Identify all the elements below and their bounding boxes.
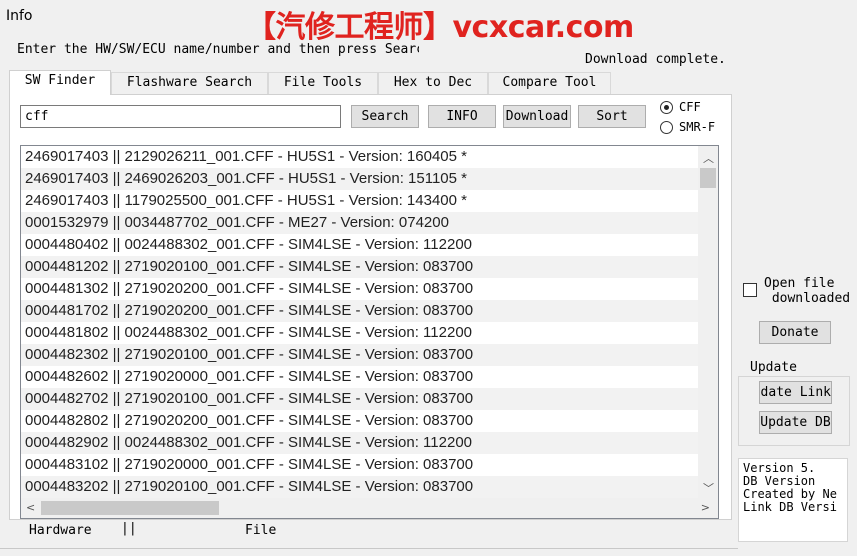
search-input[interactable]	[20, 105, 341, 128]
list-item[interactable]: 0004481802 || 0024488302_001.CFF - SIM4L…	[21, 322, 699, 344]
update-group-title: Update	[748, 360, 799, 375]
scroll-right-icon[interactable]: >	[701, 501, 710, 514]
window-title: Info	[6, 8, 33, 24]
update-link-button[interactable]: Update Link	[759, 381, 832, 404]
scroll-up-icon[interactable]: ︿	[703, 150, 714, 166]
instructions-text: Enter the HW/SW/ECU name/number and then…	[17, 42, 419, 57]
column-header-hardware: Hardware	[29, 523, 92, 538]
watermark-text: 【汽修工程师】vcxcar.com	[246, 10, 634, 45]
list-item[interactable]: 0004482302 || 2719020100_001.CFF - SIM4L…	[21, 344, 699, 366]
vertical-scroll-thumb[interactable]	[700, 168, 716, 188]
list-item[interactable]: 0001532979 || 0034487702_001.CFF - ME27 …	[21, 212, 699, 234]
radio-indicator[interactable]	[660, 120, 673, 134]
list-item[interactable]: 0004483202 || 2719020100_001.CFF - SIM4L…	[21, 476, 699, 498]
tab-sw-finder[interactable]: SW Finder	[9, 70, 111, 95]
list-item[interactable]: 0004481202 || 2719020100_001.CFF - SIM4L…	[21, 256, 699, 278]
tab-file-tools[interactable]: File Tools	[268, 72, 378, 94]
update-db-button[interactable]: Update DB	[759, 411, 832, 434]
scroll-down-icon[interactable]: ﹀	[703, 480, 714, 496]
list-item[interactable]: 0004481302 || 2719020200_001.CFF - SIM4L…	[21, 278, 699, 300]
list-item[interactable]: 2469017403 || 1179025500_001.CFF - HU5S1…	[21, 190, 699, 212]
open-file-label: Open file downloaded	[764, 276, 851, 306]
results-list[interactable]: 2469017403 || 2129026211_001.CFF - HU5S1…	[20, 145, 719, 519]
tab-compare-tool[interactable]: Compare Tool	[488, 72, 611, 94]
divider	[0, 548, 738, 549]
horizontal-scrollbar[interactable]: < >	[21, 498, 718, 518]
radio-smr-f-label: SMR-F	[679, 120, 716, 134]
radio-smr-f[interactable]: SMR-F	[660, 120, 715, 134]
radio-cff[interactable]: CFF	[660, 100, 701, 114]
list-item[interactable]: 0004483102 || 2719020000_001.CFF - SIM4L…	[21, 454, 699, 476]
list-item[interactable]: 0004480402 || 0024488302_001.CFF - SIM4L…	[21, 234, 699, 256]
column-separator: ||	[121, 521, 137, 536]
list-item[interactable]: 2469017403 || 2469026203_001.CFF - HU5S1…	[21, 168, 699, 190]
donate-button[interactable]: Donate	[759, 321, 831, 344]
column-header-file: File	[245, 523, 277, 538]
tab-flashware-search[interactable]: Flashware Search	[111, 72, 268, 94]
vertical-scrollbar[interactable]: ︿ ﹀	[698, 146, 718, 498]
download-button[interactable]: Download	[503, 105, 571, 128]
search-button[interactable]: Search	[351, 105, 419, 128]
radio-indicator[interactable]	[660, 100, 673, 114]
scroll-left-icon[interactable]: <	[26, 501, 35, 514]
list-item[interactable]: 2469017403 || 2129026211_001.CFF - HU5S1…	[21, 146, 699, 168]
results-rows: 2469017403 || 2129026211_001.CFF - HU5S1…	[21, 146, 699, 498]
list-item[interactable]: 0004482802 || 2719020200_001.CFF - SIM4L…	[21, 410, 699, 432]
list-item[interactable]: 0004482602 || 2719020000_001.CFF - SIM4L…	[21, 366, 699, 388]
list-item[interactable]: 0004482702 || 2719020100_001.CFF - SIM4L…	[21, 388, 699, 410]
status-text: Download complete.	[585, 52, 726, 67]
horizontal-scroll-thumb[interactable]	[41, 501, 219, 515]
list-item[interactable]: 0004482902 || 0024488302_001.CFF - SIM4L…	[21, 432, 699, 454]
tab-hex-to-dec[interactable]: Hex to Dec	[378, 72, 488, 94]
info-button[interactable]: INFO	[428, 105, 496, 128]
open-file-checkbox[interactable]	[743, 283, 757, 297]
sort-button[interactable]: Sort	[578, 105, 646, 128]
radio-cff-label: CFF	[679, 100, 701, 114]
version-info-box: Version 5. DB Version Created by Ne Link…	[738, 458, 848, 542]
list-item[interactable]: 0004481702 || 2719020200_001.CFF - SIM4L…	[21, 300, 699, 322]
